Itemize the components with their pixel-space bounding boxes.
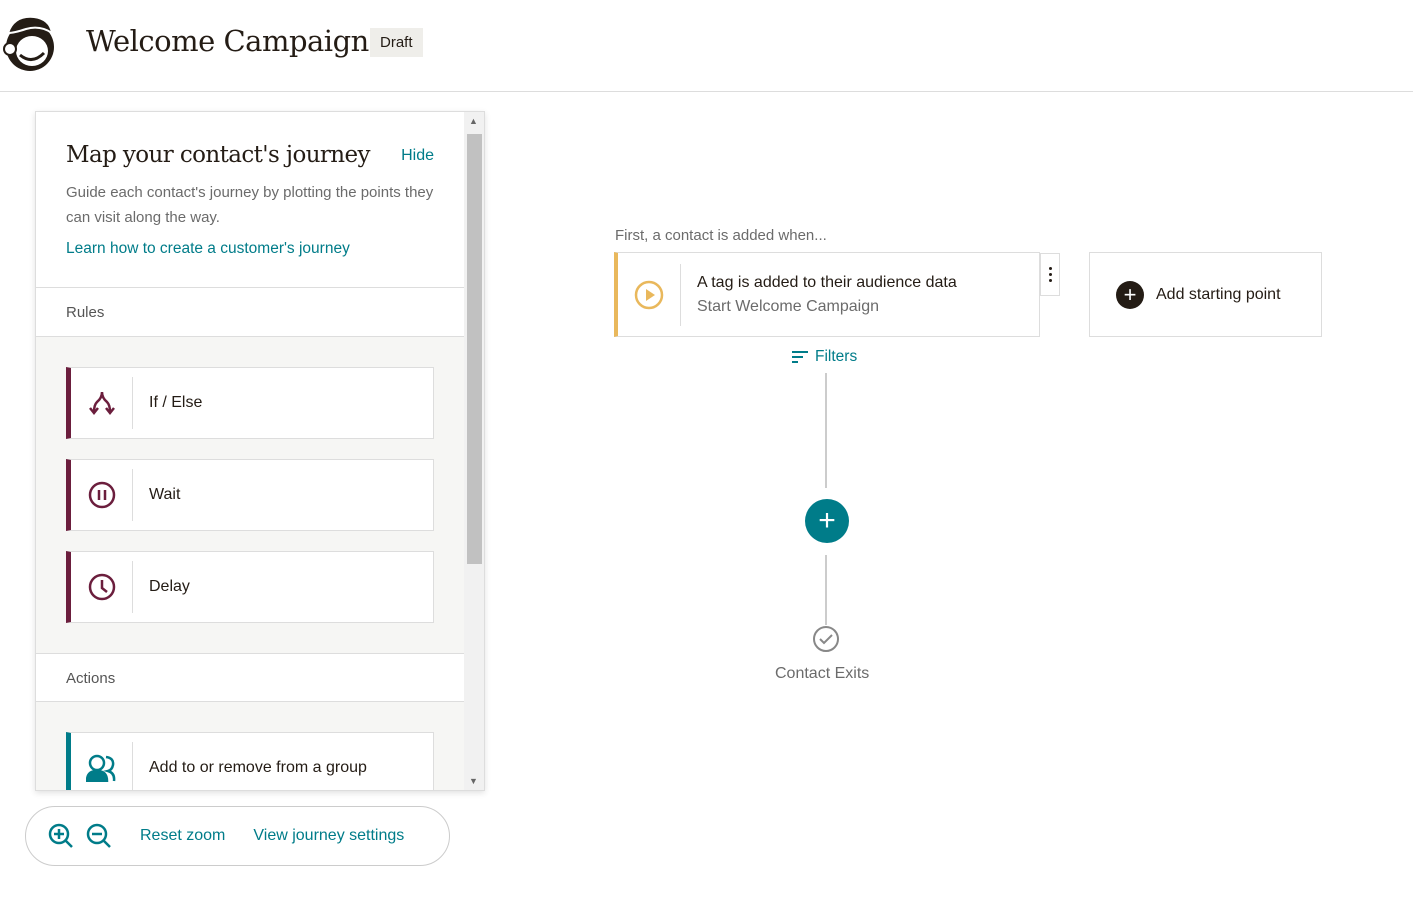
zoom-in-icon[interactable] bbox=[48, 823, 74, 849]
zoom-toolbar: Reset zoom View journey settings bbox=[25, 806, 450, 866]
status-badge: Draft bbox=[370, 28, 423, 57]
filters-label: Filters bbox=[815, 348, 858, 365]
pause-icon bbox=[71, 469, 133, 521]
trigger-title: A tag is added to their audience data bbox=[697, 273, 957, 291]
connector-line bbox=[825, 555, 827, 625]
check-circle-icon bbox=[813, 626, 839, 652]
more-options-icon[interactable] bbox=[1040, 253, 1060, 296]
rule-label: Wait bbox=[149, 486, 181, 503]
trigger-card[interactable]: A tag is added to their audience data St… bbox=[614, 252, 1040, 337]
rule-if-else[interactable]: If / Else bbox=[66, 367, 434, 439]
reset-zoom-button[interactable]: Reset zoom bbox=[140, 827, 225, 845]
rule-delay[interactable]: Delay bbox=[66, 551, 434, 623]
panel-scrollbar[interactable]: ▲ ▼ bbox=[464, 112, 484, 790]
split-icon bbox=[71, 377, 133, 429]
play-icon bbox=[618, 263, 681, 326]
trigger-caption: First, a contact is added when... bbox=[615, 227, 827, 244]
contact-exits-label: Contact Exits bbox=[775, 665, 870, 682]
add-step-button[interactable]: + bbox=[805, 499, 849, 543]
learn-link[interactable]: Learn how to create a customer's journey bbox=[66, 240, 434, 258]
campaign-title: Welcome Campaign bbox=[86, 24, 369, 58]
mailchimp-logo[interactable] bbox=[0, 13, 58, 73]
action-group[interactable]: Add to or remove from a group bbox=[66, 732, 434, 790]
filter-icon bbox=[792, 351, 808, 363]
connector-line bbox=[825, 373, 827, 488]
trigger-subtitle: Start Welcome Campaign bbox=[697, 297, 879, 315]
add-starting-point-button[interactable]: + Add starting point bbox=[1089, 252, 1322, 337]
rules-heading: Rules bbox=[36, 288, 464, 337]
view-settings-button[interactable]: View journey settings bbox=[253, 827, 404, 845]
header: Welcome Campaign Draft bbox=[0, 0, 1413, 92]
zoom-out-icon[interactable] bbox=[86, 823, 112, 849]
journey-panel: Map your contact's journey Hide Guide ea… bbox=[35, 111, 485, 791]
rule-wait[interactable]: Wait bbox=[66, 459, 434, 531]
add-starting-point-label: Add starting point bbox=[1156, 285, 1281, 303]
hide-button[interactable]: Hide bbox=[401, 147, 434, 165]
group-icon bbox=[71, 742, 133, 790]
plus-icon: + bbox=[1116, 280, 1144, 309]
clock-icon bbox=[71, 561, 133, 613]
scrollbar-thumb[interactable] bbox=[467, 134, 482, 564]
panel-title: Map your contact's journey bbox=[66, 142, 371, 168]
action-label: Add to or remove from a group bbox=[149, 759, 367, 776]
filters-button[interactable]: Filters bbox=[791, 348, 857, 366]
actions-heading: Actions bbox=[36, 653, 464, 702]
panel-description: Guide each contact's journey by plotting… bbox=[66, 184, 434, 226]
rule-label: If / Else bbox=[149, 394, 203, 411]
rule-label: Delay bbox=[149, 578, 190, 595]
